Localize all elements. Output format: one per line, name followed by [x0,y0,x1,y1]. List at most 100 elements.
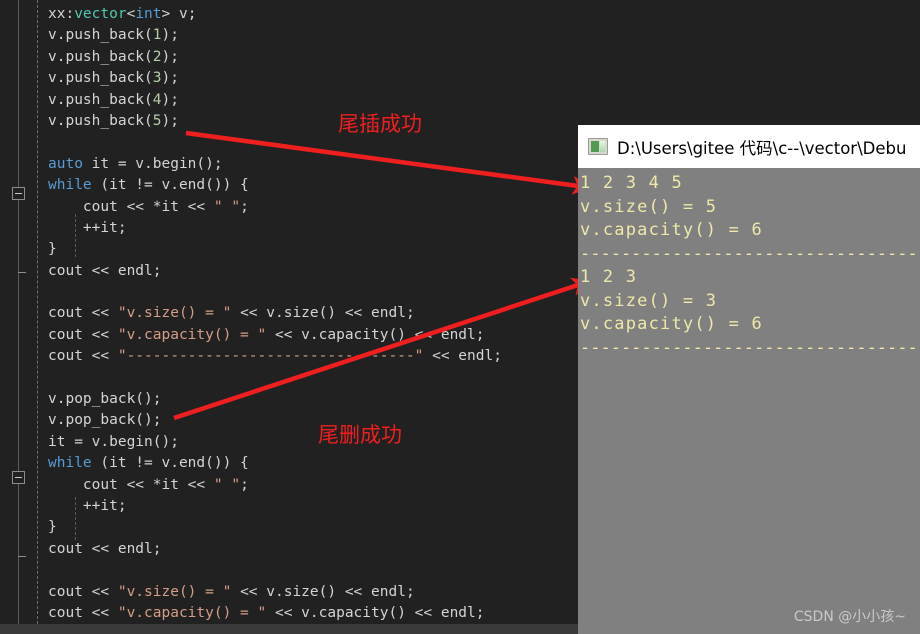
code-line: cout << endl; [48,539,502,560]
code-token: vector [74,6,127,22]
code-token: ); [161,91,179,108]
annotation-label: 尾删成功 [318,423,402,447]
code-token: cout << [48,305,118,322]
fold-toggle-icon-1[interactable] [12,187,25,200]
code-token: ; [240,198,249,215]
code-token: v.push_back( [48,91,153,108]
csdn-watermark: CSDN @小小孩~ [793,609,906,625]
code-token: ); [161,112,179,129]
code-token: ); [161,48,179,65]
code-token: 5 [152,112,162,129]
code-token: int [135,6,162,22]
code-token: cout << endl; [48,540,162,557]
code-line: v.push_back(4); [48,90,502,111]
code-line: v.push_back(3); [48,68,502,89]
code-token: ); [161,27,179,44]
fold-end-marker-2 [18,556,26,557]
fold-toggle-icon-2[interactable] [12,471,25,484]
code-token: 3 [152,70,162,87]
code-token: "---------------------------------" [117,348,424,365]
code-token: " " [213,198,241,215]
indent-guide [75,214,76,257]
code-line: cout << *it << " "; [48,475,502,496]
gutter-dashed-line [37,0,38,634]
code-line: v.pop_back(); [48,389,502,410]
console-output[interactable]: 1 2 3 4 5 v.size() = 5 v.capacity() = 6 ---… [578,168,920,634]
code-line: cout << "v.capacity() = " << v.capacity(… [48,603,502,624]
fold-end-marker-1 [18,272,26,273]
code-token: cout << *it << [48,198,214,215]
console-output-line: v.capacity() = 6 [580,220,763,240]
code-token: while [48,177,92,194]
code-token: cout << [48,326,118,343]
code-token: while [48,455,92,472]
code-token: v.push_back( [48,112,153,129]
code-token: cout << [48,604,118,621]
code-token: "v.size() = " [117,305,232,322]
code-line: v.push_back(1); [48,25,502,46]
code-token: auto [48,155,83,172]
code-token: ++it; [48,497,127,514]
code-token: cout << [48,348,118,365]
code-line: while (it != v.end()) { [48,453,502,474]
code-token: cout << [48,583,118,600]
code-token: "v.capacity() = " [117,604,267,621]
code-token: << v.size() << endl; [231,583,415,600]
indent-guide [75,497,76,540]
console-title-bar[interactable]: D:\Users\gitee 代码\c--\vector\Debu [578,125,920,168]
code-token: it = v.begin(); [48,433,179,450]
code-text[interactable]: xx:vector<int> v; v.push_back(1); v.push_b… [48,4,502,624]
code-line: cout << "v.size() = " << v.size() << end… [48,303,502,324]
console-separator: --------------------------------------- [580,337,920,358]
code-token: "v.size() = " [117,583,232,600]
editor-gutter[interactable] [0,0,40,634]
code-token: ++it; [48,219,127,236]
code-line: cout << "-------------------------------… [48,346,502,367]
code-token: cout << *it << [48,476,214,493]
code-token: << v.capacity() << endl; [266,326,485,343]
code-token: } [48,519,57,536]
screenshot-root: xx:vector<int> v; v.push_back(1); v.push_b… [0,0,920,634]
code-token: 1 [152,27,162,44]
code-token: v.push_back( [48,70,153,87]
code-line: } [48,239,502,260]
gutter-scope-line [18,0,19,634]
code-line: v.pop_back(); [48,410,502,431]
annotation-label: 尾插成功 [338,112,422,136]
code-token: << v.capacity() << endl; [266,604,485,621]
console-window[interactable]: D:\Users\gitee 代码\c--\vector\Debu 1 2 3 … [578,125,920,634]
console-output-line: 1 2 3 [580,267,638,287]
console-separator: --------------------------------------- [580,243,920,264]
console-output-line: v.size() = 3 [580,290,718,311]
code-line: ++it; [48,218,502,239]
console-output-line: v.capacity() = 6 [580,314,763,334]
console-output-line: 1 2 3 4 5 [580,173,683,193]
code-token: << endl; [423,348,502,365]
code-line: ++it; [48,496,502,517]
code-line: cout << *it << " "; [48,197,502,218]
code-token: it = v.begin(); [82,155,223,172]
code-token: v.pop_back(); [48,412,162,429]
code-token: } [48,241,57,258]
code-token: ; [240,476,249,493]
console-title-text: D:\Users\gitee 代码\c--\vector\Debu [617,138,907,158]
code-token: v.pop_back(); [48,391,162,408]
code-line: it = v.begin(); [48,432,502,453]
code-token: "v.capacity() = " [117,326,267,343]
code-token: << v.size() << endl; [231,305,415,322]
editor-bottom-bar [0,624,578,634]
console-window-icon [588,138,608,155]
code-line: while (it != v.end()) { [48,175,502,196]
code-token: " " [213,476,241,493]
code-line: cout << endl; [48,261,502,282]
code-token: xx: [48,6,75,22]
code-token: (it != v.end()) { [91,455,249,472]
code-token: 2 [152,48,162,65]
code-line: xx:vector<int> v; [48,4,502,25]
code-line: auto it = v.begin(); [48,154,502,175]
code-token: > v; [161,6,197,22]
code-token: 4 [152,91,162,108]
